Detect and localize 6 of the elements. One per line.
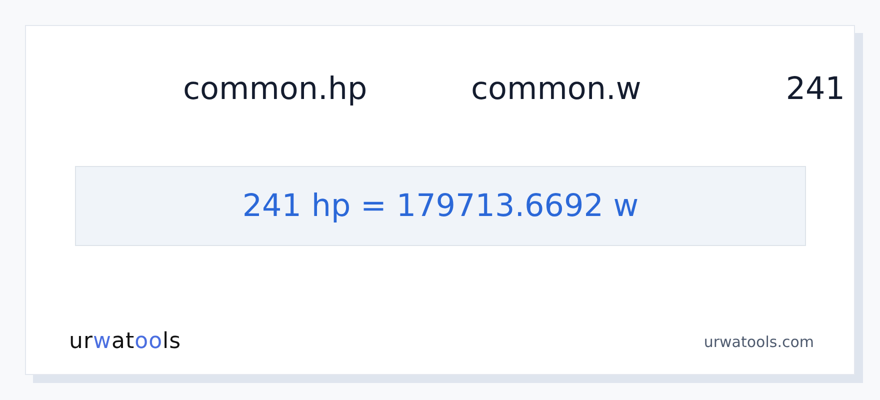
site-url: urwatools.com bbox=[704, 332, 814, 350]
to-unit: common.w bbox=[471, 71, 642, 107]
logo: urwatools bbox=[69, 329, 182, 354]
from-unit: common.hp bbox=[183, 71, 368, 107]
input-value: 241 bbox=[786, 71, 846, 107]
result-text: 241 hp = 179713.6692 w bbox=[242, 188, 639, 224]
